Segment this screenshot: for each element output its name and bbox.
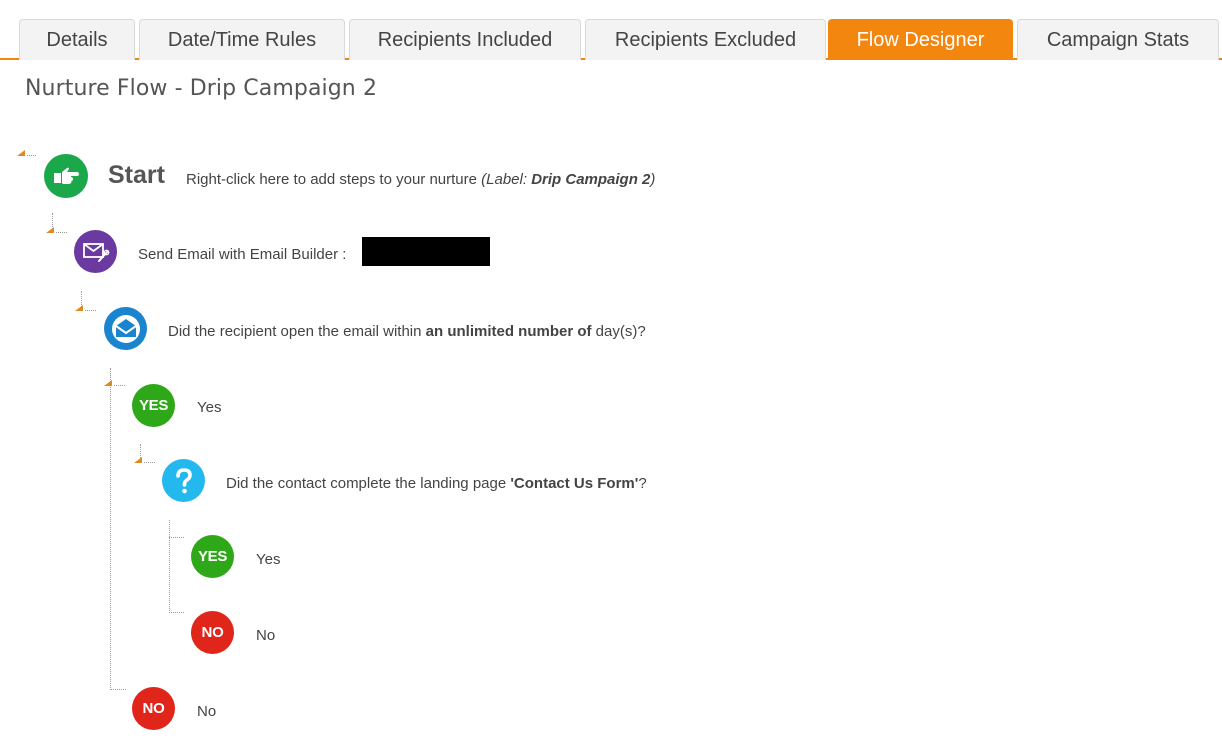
question-icon[interactable] bbox=[162, 459, 205, 502]
collapse-caret-open-check[interactable] bbox=[75, 305, 83, 311]
start-node-title[interactable]: Start bbox=[108, 161, 165, 190]
envelope-open-icon[interactable] bbox=[104, 307, 147, 350]
start-label-suffix: ) bbox=[650, 171, 656, 188]
no-badge[interactable]: NO bbox=[132, 687, 175, 730]
page-title: Nurture Flow - Drip Campaign 2 bbox=[25, 76, 378, 101]
open-check-text-before: Did the recipient open the email within bbox=[168, 323, 426, 340]
no-badge-text: NO bbox=[142, 700, 165, 717]
yes-badge[interactable]: YES bbox=[132, 384, 175, 427]
landing-page-name: 'Contact Us Form' bbox=[510, 475, 639, 492]
landing-check-text-after: ? bbox=[638, 475, 647, 492]
open-check-text-after: day(s)? bbox=[591, 323, 646, 340]
tab-recipients-included[interactable]: Recipients Included bbox=[349, 19, 581, 60]
no-branch-label[interactable]: No bbox=[197, 703, 216, 720]
tab-recipients-excluded[interactable]: Recipients Excluded bbox=[585, 19, 826, 60]
start-label-prefix: (Label: bbox=[481, 171, 532, 188]
yes-branch-label[interactable]: Yes bbox=[197, 399, 221, 416]
yes-badge-text: YES bbox=[197, 548, 228, 565]
email-builder-icon[interactable] bbox=[74, 230, 117, 273]
landing-yes-label[interactable]: Yes bbox=[256, 551, 280, 568]
tab-campaign-stats[interactable]: Campaign Stats bbox=[1017, 19, 1219, 60]
tab-details[interactable]: Details bbox=[19, 19, 135, 60]
start-label-value: Drip Campaign 2 bbox=[531, 171, 651, 188]
collapse-caret-landing-check[interactable] bbox=[134, 457, 142, 463]
collapse-caret-yes-branch[interactable] bbox=[104, 380, 112, 386]
no-badge-text: NO bbox=[201, 624, 224, 641]
tab-bar: Details Date/Time Rules Recipients Inclu… bbox=[0, 0, 1222, 60]
tab-date-time-rules[interactable]: Date/Time Rules bbox=[139, 19, 345, 60]
yes-badge[interactable]: YES bbox=[191, 535, 234, 578]
tab-flow-designer[interactable]: Flow Designer bbox=[828, 19, 1013, 60]
start-node-hint[interactable]: Right-click here to add steps to your nu… bbox=[186, 171, 655, 188]
open-check-duration: an unlimited number of bbox=[425, 323, 592, 340]
landing-check-text-before: Did the contact complete the landing pag… bbox=[226, 475, 511, 492]
yes-badge-text: YES bbox=[138, 397, 169, 414]
no-badge[interactable]: NO bbox=[191, 611, 234, 654]
open-check-text[interactable]: Did the recipient open the email within … bbox=[168, 323, 646, 340]
send-email-text[interactable]: Send Email with Email Builder : bbox=[138, 246, 346, 263]
start-hint-text: Right-click here to add steps to your nu… bbox=[186, 171, 477, 188]
collapse-caret-start[interactable] bbox=[17, 150, 25, 156]
landing-check-text[interactable]: Did the contact complete the landing pag… bbox=[226, 475, 647, 492]
hand-pointer-icon[interactable] bbox=[44, 154, 88, 198]
collapse-caret-email[interactable] bbox=[46, 227, 54, 233]
landing-no-label[interactable]: No bbox=[256, 627, 275, 644]
redacted-email-name bbox=[362, 237, 490, 266]
